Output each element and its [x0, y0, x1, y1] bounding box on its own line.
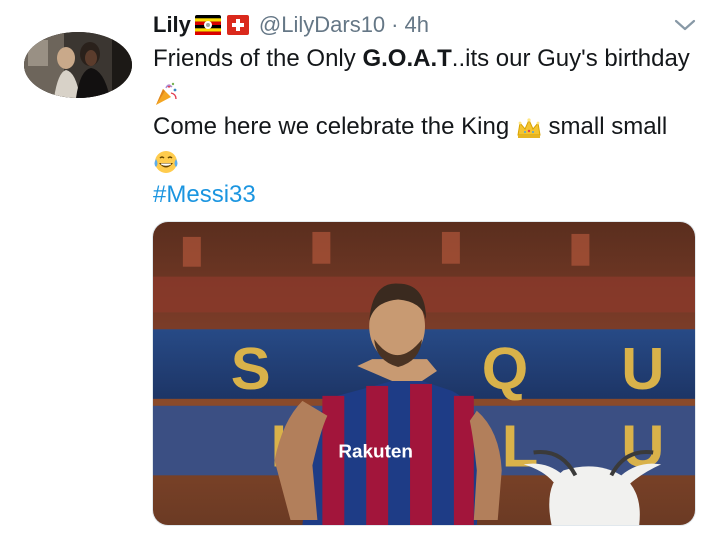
timestamp[interactable]: 4h	[405, 12, 429, 38]
text-goat: G.O.A.T	[362, 45, 452, 72]
tweet-text-line-2: Come here we celebrate the King small sm…	[153, 110, 713, 144]
tweet-media-image[interactable]: S Q U L L U Rakuten	[152, 221, 696, 526]
text-line1-start: Friends of the Only	[153, 45, 363, 72]
author-handle[interactable]: @LilyDars10	[259, 12, 385, 38]
tweet-hashtag-line: #Messi33	[153, 178, 713, 212]
tweet-emoji-line-2	[153, 144, 713, 178]
jersey-sponsor-text: Rakuten	[338, 441, 413, 462]
tears-of-joy-icon	[154, 150, 178, 173]
text-line2-start: Come here we celebrate the King	[153, 113, 510, 140]
party-popper-icon	[156, 82, 177, 105]
uganda-flag-icon	[194, 15, 221, 35]
separator-dot: ·	[391, 12, 399, 37]
tweet-text-line-1: Friends of the Only G.O.A.T..its our Guy…	[153, 42, 713, 76]
tweet-emoji-line-1	[153, 76, 713, 110]
author-name[interactable]: Lily	[153, 12, 191, 38]
tweet-text: Friends of the Only G.O.A.T..its our Guy…	[153, 42, 713, 212]
hashtag-link[interactable]: #Messi33	[153, 181, 256, 208]
stand-letter-q: Q	[482, 335, 529, 402]
stand-letter-l-2: L	[502, 412, 539, 479]
tweet-card[interactable]: Lily @LilyDars10 · 4h Friends of the Onl…	[0, 0, 720, 543]
media-photo: S Q U L L U Rakuten	[153, 222, 695, 525]
text-line2-end: small small	[541, 113, 668, 140]
avatar-image	[24, 32, 132, 98]
text-line1-end: ..its our Guy's birthday	[451, 45, 690, 72]
chevron-down-icon[interactable]	[674, 18, 696, 32]
stand-letter-s: S	[231, 335, 271, 402]
stand-letter-u: U	[621, 335, 664, 402]
switzerland-flag-icon	[226, 15, 249, 35]
avatar[interactable]	[24, 32, 132, 98]
crown-icon	[517, 118, 541, 138]
tweet-header: Lily @LilyDars10 · 4h	[153, 10, 429, 40]
